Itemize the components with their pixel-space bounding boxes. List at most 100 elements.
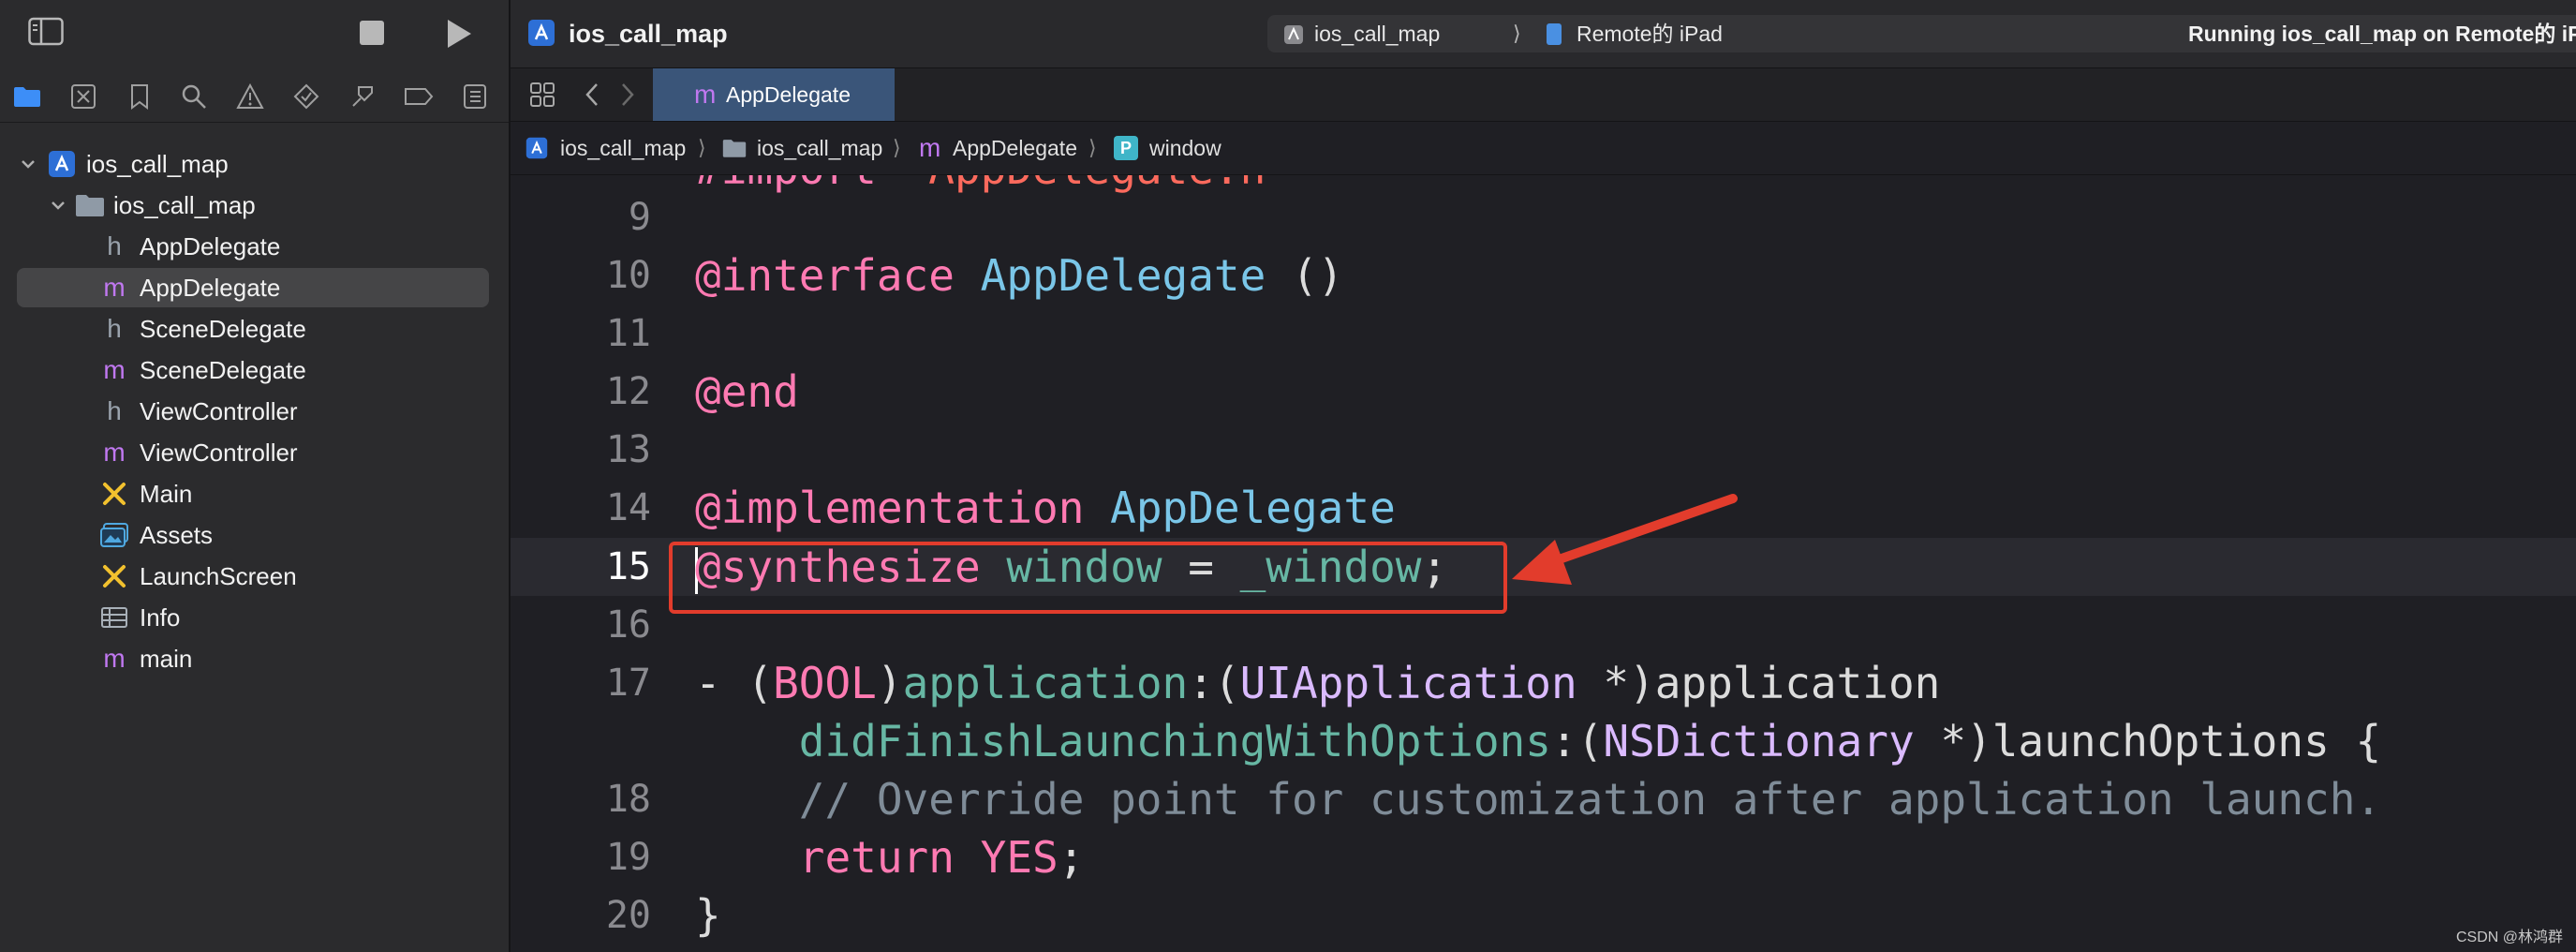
tree-item-label: ios_call_map — [113, 191, 256, 219]
tree-item-file[interactable]: Main — [17, 474, 489, 513]
tree-item-project[interactable]: ios_call_map — [17, 144, 489, 184]
bookmark-icon[interactable] — [124, 81, 155, 112]
folder-icon — [73, 186, 107, 225]
storyboard-icon — [97, 474, 131, 513]
tab-label: AppDelegate — [726, 82, 851, 107]
arrow-annotation — [1512, 494, 1738, 585]
tree-item-label: SceneDelegate — [140, 356, 306, 384]
breadcrumb-project[interactable]: ios_call_map — [560, 122, 686, 174]
warning-icon[interactable] — [234, 81, 266, 112]
chevron-right-icon: ⟩ — [893, 136, 901, 159]
chevron-down-icon[interactable] — [17, 144, 39, 184]
implementation-file-icon: m — [103, 355, 126, 384]
tree-item-label: AppDelegate — [140, 232, 281, 260]
tree-item-file[interactable]: m SceneDelegate — [17, 350, 489, 390]
line-number: 18 — [605, 778, 651, 821]
navigator-pane: ios_call_map ios_call_map h AppDelegate … — [0, 0, 509, 952]
tree-item-label: ViewController — [140, 439, 298, 467]
forward-icon[interactable] — [619, 82, 636, 112]
implementation-file-icon: m — [103, 438, 126, 467]
header-file-icon: h — [107, 396, 122, 425]
implementation-file-icon: m — [694, 80, 717, 109]
navigator-toolbar — [0, 0, 509, 67]
folder-icon — [722, 138, 747, 163]
back-icon[interactable] — [584, 82, 600, 112]
tree-item-label: Main — [140, 480, 193, 508]
line-number: 17 — [605, 662, 651, 705]
destination-selector[interactable]: Remote的 iPad — [1577, 15, 1723, 52]
scheme-status-bar: ios_call_map ⟩ Remote的 iPad Running ios_… — [1267, 15, 2576, 52]
scheme-icon — [1283, 24, 1304, 50]
tree-item-file[interactable]: Assets — [17, 515, 489, 555]
scheme-selector[interactable]: ios_call_map — [1314, 15, 1440, 52]
activity-status: Running ios_call_map on Remote的 iPad — [2188, 22, 2576, 46]
line-number: 19 — [605, 836, 651, 879]
chevron-right-icon: ⟩ — [1088, 136, 1097, 159]
code-line-17-cont: didFinishLaunchingWithOptions:(NSDiction… — [798, 716, 2382, 766]
watermark: CSDN @林鸿群 — [2455, 930, 2563, 945]
source-control-icon[interactable] — [67, 81, 99, 112]
xcode-project-icon — [526, 137, 548, 164]
chevron-right-icon: ⟩ — [1513, 22, 1521, 45]
assets-icon — [97, 515, 131, 555]
tree-item-file[interactable]: m main — [17, 639, 489, 678]
tree-item-file[interactable]: LaunchScreen — [17, 557, 489, 596]
line-number-current: 15 — [605, 545, 651, 588]
tree-item-file-selected[interactable]: m AppDelegate — [17, 268, 489, 307]
line-number: 14 — [605, 486, 651, 529]
folder-icon[interactable] — [11, 81, 43, 112]
search-icon[interactable] — [178, 81, 210, 112]
tree-item-folder[interactable]: ios_call_map — [17, 186, 489, 225]
breakpoint-icon[interactable] — [403, 81, 435, 112]
breadcrumb-file[interactable]: AppDelegate — [953, 122, 1077, 174]
tree-item-file[interactable]: h SceneDelegate — [17, 309, 489, 349]
implementation-file-icon: m — [103, 273, 126, 302]
code-line-19: return YES; — [798, 832, 1085, 883]
line-number: 11 — [605, 312, 651, 355]
plist-icon — [97, 598, 131, 637]
grid-icon[interactable] — [529, 82, 555, 112]
header-file-icon: h — [107, 231, 122, 260]
code-line-20: } — [695, 890, 721, 941]
code-line-18: // Override point for customization afte… — [798, 774, 2382, 825]
navigator-tabs — [0, 71, 509, 123]
run-icon[interactable] — [446, 19, 472, 53]
header-file-icon: h — [107, 314, 122, 343]
tree-item-label: Assets — [140, 521, 214, 549]
tree-item-file[interactable]: h ViewController — [17, 392, 489, 431]
jump-bar: ios_call_map ⟩ ios_call_map ⟩ m AppDeleg… — [511, 122, 2576, 175]
sidebar-toggle-icon[interactable] — [28, 17, 64, 47]
property-icon: P — [1114, 136, 1138, 160]
tree-item-file[interactable]: h AppDelegate — [17, 227, 489, 266]
line-number: 20 — [605, 894, 651, 937]
report-icon[interactable] — [459, 81, 491, 112]
window-title: ios_call_map — [569, 20, 728, 48]
chevron-down-icon[interactable] — [47, 186, 69, 225]
tree-item-label: Info — [140, 603, 181, 632]
editor-tab-bar: m AppDelegate — [511, 68, 2576, 122]
stop-icon[interactable] — [360, 21, 384, 45]
code-line-14: @implementation AppDelegate — [695, 483, 1396, 533]
highlight-box-annotation — [669, 542, 1507, 614]
breadcrumb-symbol[interactable]: window — [1149, 122, 1221, 174]
tab-appdelegate[interactable]: m AppDelegate — [653, 68, 895, 121]
test-icon[interactable] — [290, 81, 322, 112]
breadcrumb-folder[interactable]: ios_call_map — [757, 122, 882, 174]
tree-item-file[interactable]: Info — [17, 598, 489, 637]
line-number: 13 — [605, 428, 651, 471]
tree-item-label: AppDelegate — [140, 274, 281, 302]
line-number: 10 — [605, 254, 651, 297]
implementation-file-icon: m — [919, 133, 941, 162]
tree-item-file[interactable]: m ViewController — [17, 433, 489, 472]
tree-item-label: main — [140, 645, 193, 673]
code-line-12: @end — [695, 366, 799, 417]
chevron-right-icon: ⟩ — [698, 136, 706, 159]
tree-item-label: SceneDelegate — [140, 315, 306, 343]
xcode-project-icon — [527, 19, 555, 52]
storyboard-icon — [97, 557, 131, 596]
code-line-10: @interface AppDelegate () — [695, 250, 1344, 301]
line-number: 16 — [605, 603, 651, 647]
tree-item-label: ViewController — [140, 397, 298, 425]
debug-icon[interactable] — [347, 81, 378, 112]
code-line-8: #import "AppDelegate.h" — [695, 175, 1292, 198]
